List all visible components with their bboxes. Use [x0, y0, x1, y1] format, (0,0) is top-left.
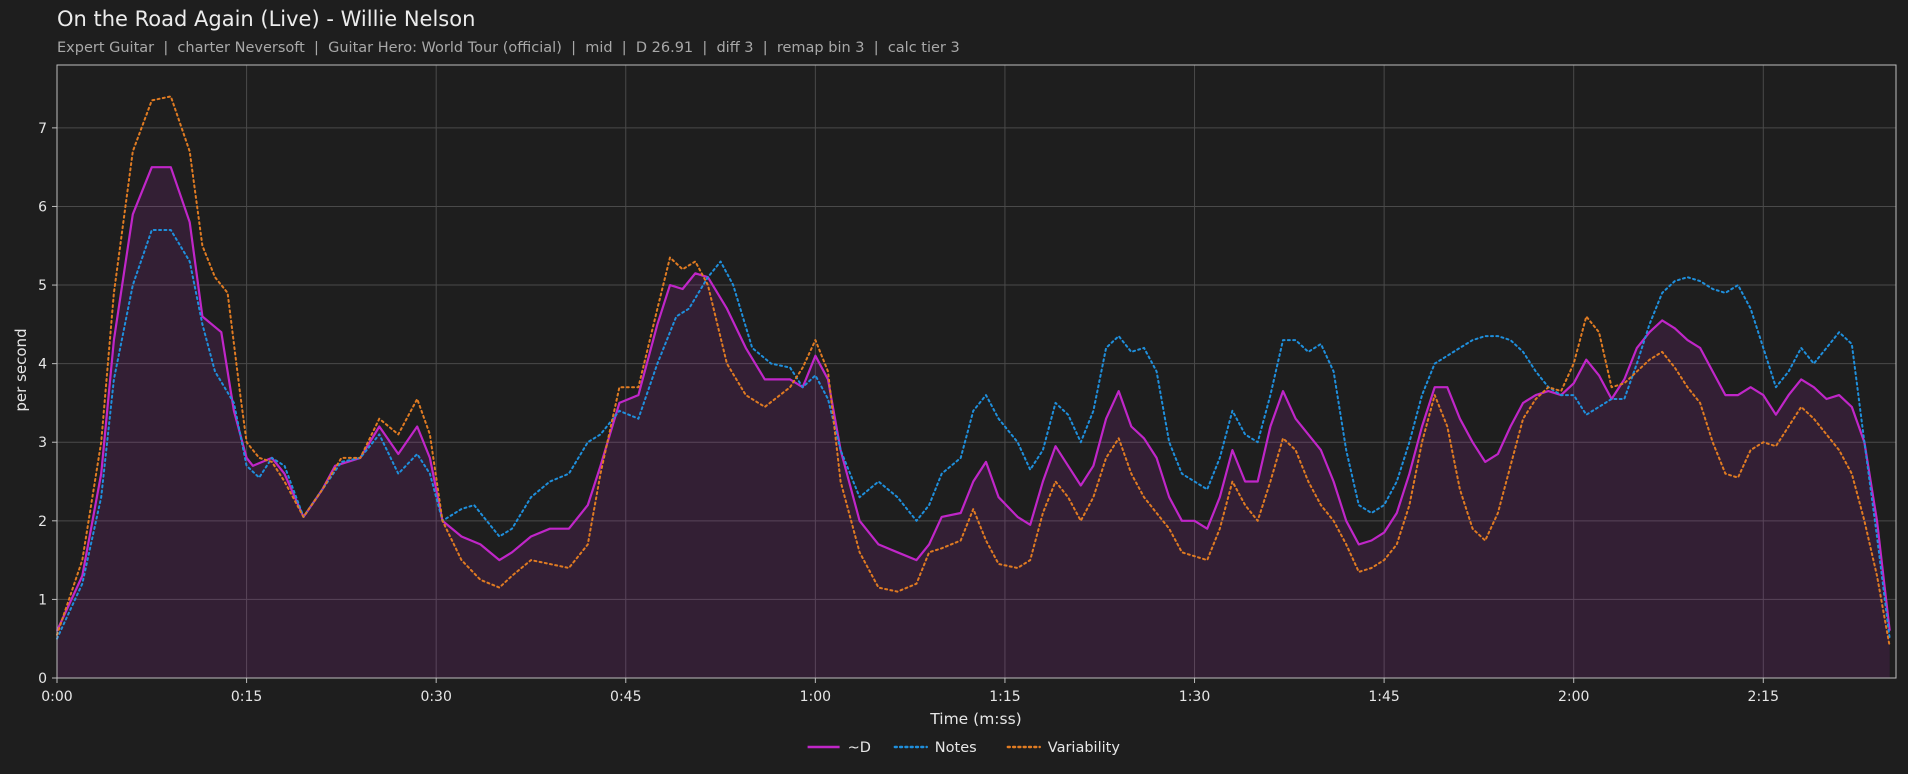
legend-label: Variability: [1048, 740, 1121, 756]
y-tick-label: 6: [38, 199, 47, 215]
x-tick-label: 1:45: [1368, 689, 1399, 705]
x-axis-label: Time (m:ss): [929, 710, 1021, 728]
legend-label: Notes: [935, 740, 977, 756]
legend: ~D Notes Variability: [807, 740, 1121, 756]
y-tick-label: 1: [38, 592, 47, 608]
x-tick-label: 1:00: [800, 689, 831, 705]
series-fills: [57, 167, 1890, 678]
x-tick-label: 1:15: [989, 689, 1020, 705]
x-tick-label: 0:45: [610, 689, 641, 705]
chart: 0:00 0:15 0:30 0:45 1:00 1:15 1:30 1:45 2:00 2:15…: [12, 64, 1897, 756]
y-tick-label: 5: [38, 278, 47, 294]
legend-label: ~D: [848, 740, 871, 756]
y-axis: 0 1 2 3 4 5 6 7: [38, 121, 57, 687]
y-tick-label: 7: [38, 121, 47, 137]
x-tick-label: 2:15: [1748, 689, 1779, 705]
y-tick-label: 4: [38, 357, 47, 373]
x-tick-label: 0:15: [231, 689, 262, 705]
x-tick-label: 0:30: [420, 689, 451, 705]
y-tick-label: 3: [38, 435, 47, 451]
x-tick-label: 0:00: [41, 689, 72, 705]
x-tick-label: 2:00: [1558, 689, 1589, 705]
y-tick-label: 2: [38, 514, 47, 530]
y-tick-label: 0: [38, 671, 47, 687]
y-axis-label: per second: [12, 328, 30, 411]
series-fill-d: [57, 167, 1890, 678]
x-axis: 0:00 0:15 0:30 0:45 1:00 1:15 1:30 1:45 2:00 2:15: [41, 678, 1779, 705]
x-tick-label: 1:30: [1179, 689, 1210, 705]
